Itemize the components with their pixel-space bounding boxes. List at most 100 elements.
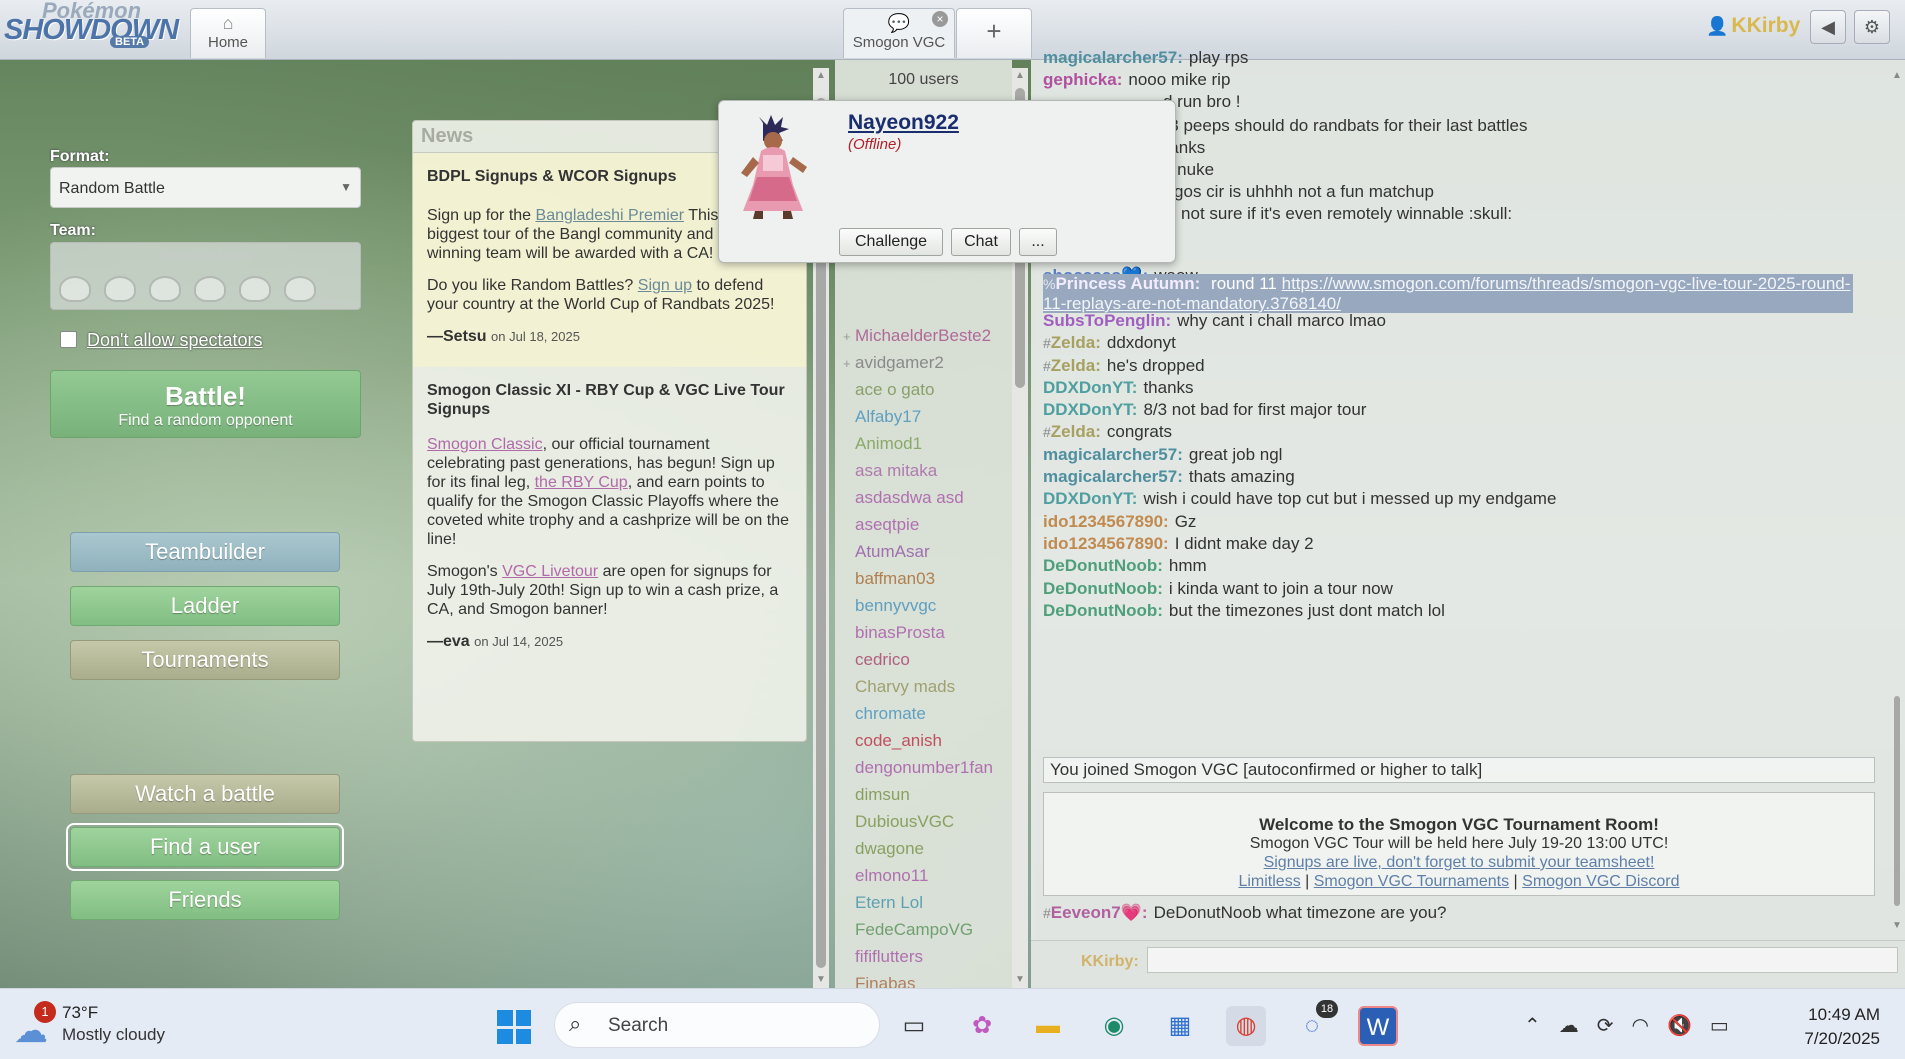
find-user-button[interactable]: Find a user [66, 823, 344, 871]
copilot-icon[interactable]: ✿ [962, 1006, 1002, 1046]
news-link[interactable]: Bangladeshi Premier [536, 207, 685, 224]
settings-button[interactable]: ⚙ [1854, 10, 1890, 44]
user-list-item[interactable]: fififlutters [835, 943, 993, 970]
user-list-item[interactable]: AtumAsar [835, 538, 993, 565]
more-options-button[interactable]: ... [1019, 228, 1057, 256]
user-list-item[interactable]: chromate [835, 700, 993, 727]
user-list-item[interactable]: aseqtpie [835, 511, 993, 538]
sync-icon[interactable]: ⟳ [1597, 1013, 1614, 1038]
messenger-icon[interactable]: ◌ 18 [1292, 1000, 1338, 1046]
discord-link[interactable]: Smogon VGC Discord [1522, 873, 1679, 890]
chat-username[interactable]: ido1234567890: [1043, 512, 1169, 531]
chat-username[interactable]: magicalarcher57: [1043, 48, 1183, 67]
user-list-item[interactable]: + MichaelderBeste2 [835, 322, 993, 349]
user-list-item[interactable]: baffman03 [835, 565, 993, 592]
scroll-up-icon[interactable]: ▲ [813, 68, 829, 84]
scroll-thumb[interactable] [1894, 696, 1900, 906]
user-list-item[interactable]: Animod1 [835, 430, 993, 457]
user-list-item[interactable]: + avidgamer2 [835, 349, 993, 376]
sound-button[interactable]: ◀ [1810, 10, 1846, 44]
chevron-up-icon[interactable]: ⌃ [1524, 1013, 1541, 1038]
task-view-icon[interactable]: ▭ [894, 1006, 934, 1046]
showdown-logo[interactable]: Pokémon SHOWDOWN BETA [4, 0, 184, 52]
chat-username[interactable]: magicalarcher57: [1043, 467, 1183, 486]
limitless-link[interactable]: Limitless [1238, 873, 1300, 890]
user-list-item[interactable]: ace o gato [835, 376, 993, 403]
edge-icon[interactable]: ◉ [1094, 1006, 1134, 1046]
file-explorer-icon[interactable]: ▬ [1028, 1006, 1068, 1046]
challenge-button[interactable]: Challenge [839, 228, 943, 256]
chat-username[interactable]: DDXDonYT: [1043, 489, 1137, 508]
chat-username[interactable]: ido1234567890: [1043, 534, 1169, 553]
wifi-icon[interactable]: ◠ [1632, 1013, 1649, 1038]
tournaments-button[interactable]: Tournaments [70, 640, 340, 680]
chat-username[interactable]: gephicka: [1043, 70, 1122, 89]
chat-username[interactable]: Zelda: [1051, 333, 1101, 352]
scroll-down-icon[interactable]: ▼ [1012, 972, 1028, 988]
signup-link[interactable]: Signups are live, don't forget to submit… [1264, 854, 1655, 871]
chat-username[interactable]: Princess Autumn: [1055, 274, 1200, 293]
news-link[interactable]: Sign up [638, 277, 692, 294]
user-list-item[interactable]: DubiousVGC [835, 808, 993, 835]
user-list-item[interactable]: Charvy mads [835, 673, 993, 700]
ladder-button[interactable]: Ladder [70, 586, 340, 626]
checkbox[interactable] [60, 331, 77, 348]
user-list-item[interactable]: FedeCampoVG [835, 916, 993, 943]
onedrive-icon[interactable]: ☁ [1559, 1013, 1579, 1038]
news-link[interactable]: Smogon Classic [427, 436, 543, 453]
user-list-item[interactable]: elmono11 [835, 862, 993, 889]
watch-battle-button[interactable]: Watch a battle [70, 774, 340, 814]
user-list-item[interactable]: Etern Lol [835, 889, 993, 916]
user-list-item[interactable]: bennyvvgc [835, 592, 993, 619]
chat-username[interactable]: DDXDonYT: [1043, 378, 1137, 397]
user-list-item[interactable]: dwagone [835, 835, 993, 862]
user-list-item[interactable]: cedrico [835, 646, 993, 673]
word-icon[interactable]: W [1358, 1006, 1398, 1046]
battle-button[interactable]: Battle! Find a random opponent [50, 370, 361, 438]
weather-widget[interactable]: ☁ 1 73°F Mostly cloudy [14, 1001, 214, 1051]
user-list-item[interactable]: dengonumber1fan [835, 754, 993, 781]
chat-scrollbar[interactable]: ▲ ▼ [1889, 68, 1905, 934]
chat-username[interactable]: SubsToPenglin: [1043, 311, 1171, 330]
battery-icon[interactable]: ▭ [1710, 1013, 1729, 1038]
chat-username[interactable]: DeDonutNoob: [1043, 601, 1163, 620]
format-select[interactable]: Random Battle ▼ [50, 167, 361, 208]
windows-start-icon[interactable] [497, 1010, 531, 1044]
tab-home[interactable]: ⌂ Home [190, 8, 266, 58]
chat-username[interactable]: DDXDonYT: [1043, 400, 1137, 419]
user-list-item[interactable]: asdasdwa asd [835, 484, 993, 511]
user-list-item[interactable]: code_anish [835, 727, 993, 754]
close-icon[interactable]: × [932, 11, 948, 27]
popup-username[interactable]: Nayeon922 [848, 111, 959, 135]
chat-button[interactable]: Chat [951, 228, 1011, 256]
chat-input[interactable] [1147, 947, 1898, 973]
current-user[interactable]: 👤 KKirby [1706, 14, 1800, 38]
team-select[interactable]: Random team [50, 242, 361, 310]
user-list-item[interactable]: binasProsta [835, 619, 993, 646]
chat-username[interactable]: DeDonutNoob: [1043, 579, 1163, 598]
teambuilder-button[interactable]: Teambuilder [70, 532, 340, 572]
friends-button[interactable]: Friends [70, 880, 340, 920]
scroll-up-icon[interactable]: ▲ [1889, 68, 1905, 84]
new-tab-button[interactable]: + [956, 8, 1032, 58]
volume-muted-icon[interactable]: 🔇 [1667, 1013, 1692, 1038]
scroll-down-icon[interactable]: ▼ [1889, 918, 1905, 934]
chat-username[interactable]: Zelda: [1051, 422, 1101, 441]
news-link[interactable]: the RBY Cup [535, 474, 628, 491]
microsoft-store-icon[interactable]: ▦ [1160, 1006, 1200, 1046]
user-list-item[interactable]: asa mitaka [835, 457, 993, 484]
chat-username[interactable]: magicalarcher57: [1043, 445, 1183, 464]
scroll-up-icon[interactable]: ▲ [1012, 68, 1028, 84]
user-list-item[interactable]: Alfaby17 [835, 403, 993, 430]
chat-username[interactable]: Eeveon7💗: [1051, 903, 1148, 922]
taskbar-search[interactable]: ⌕ Search [554, 1002, 880, 1048]
tab-smogon-vgc[interactable]: 💬 × Smogon VGC [843, 8, 955, 58]
tournaments-link[interactable]: Smogon VGC Tournaments [1314, 873, 1509, 890]
chrome-icon[interactable]: ◍ [1226, 1006, 1266, 1046]
clock[interactable]: 10:49 AM 7/20/2025 [1790, 1003, 1880, 1051]
news-link[interactable]: VGC Livetour [502, 563, 598, 580]
scroll-down-icon[interactable]: ▼ [813, 972, 829, 988]
chat-username[interactable]: DeDonutNoob: [1043, 556, 1163, 575]
spectators-checkbox[interactable]: Don't allow spectators [60, 330, 263, 351]
user-list-item[interactable]: dimsun [835, 781, 993, 808]
